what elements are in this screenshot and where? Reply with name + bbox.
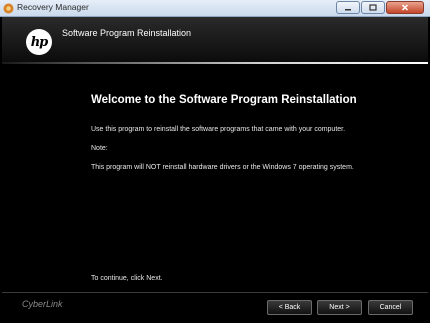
note-text: This program will NOT reinstall hardware… bbox=[91, 164, 354, 171]
welcome-heading: Welcome to the Software Program Reinstal… bbox=[91, 94, 357, 106]
next-button[interactable]: Next > bbox=[317, 300, 362, 315]
note-label: Note: bbox=[91, 145, 108, 152]
continue-instruction: To continue, click Next. bbox=[91, 275, 163, 282]
header-divider bbox=[2, 62, 428, 64]
close-icon bbox=[401, 4, 409, 11]
back-button[interactable]: < Back bbox=[267, 300, 312, 315]
title-bar[interactable]: Recovery Manager bbox=[0, 0, 430, 17]
cancel-button[interactable]: Cancel bbox=[368, 300, 413, 315]
footer-divider bbox=[2, 292, 428, 293]
recovery-manager-icon bbox=[3, 3, 14, 14]
minimize-icon bbox=[345, 8, 351, 10]
cyberlink-logo: CyberLink bbox=[22, 299, 63, 309]
header-band bbox=[2, 17, 428, 63]
header-title: Software Program Reinstallation bbox=[62, 28, 192, 38]
hp-logo-text: hp bbox=[30, 34, 49, 50]
hp-logo: hp bbox=[26, 29, 52, 55]
maximize-icon bbox=[369, 4, 377, 11]
window-title: Recovery Manager bbox=[17, 2, 89, 12]
window-controls bbox=[336, 1, 424, 15]
intro-text: Use this program to reinstall the softwa… bbox=[91, 126, 346, 133]
maximize-button[interactable] bbox=[361, 1, 385, 14]
recovery-manager-window: Recovery Manager hp Software Program Rei… bbox=[0, 0, 430, 323]
close-button[interactable] bbox=[386, 1, 424, 14]
minimize-button[interactable] bbox=[336, 1, 360, 14]
